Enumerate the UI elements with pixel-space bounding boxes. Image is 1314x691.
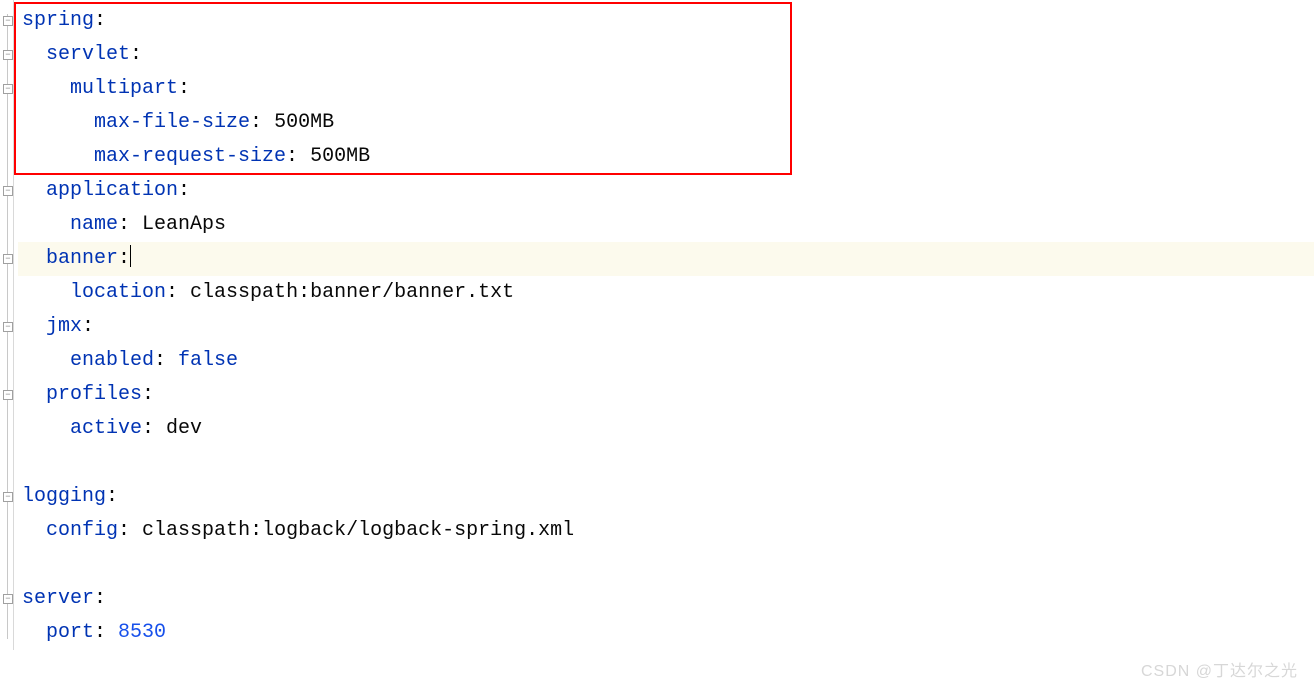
watermark-text: CSDN @丁达尔之光 [1141,657,1298,681]
yaml-value: false [178,349,238,372]
yaml-sep: : [178,77,190,100]
code-line[interactable]: application: [18,174,1314,208]
code-line[interactable]: name: LeanAps [18,208,1314,242]
yaml-key: servlet [46,43,130,66]
yaml-key: port [46,621,94,644]
yaml-value: 500MB [274,111,334,134]
fold-toggle-icon[interactable]: − [3,390,13,400]
fold-toggle-icon[interactable]: − [3,50,13,60]
yaml-sep: : [94,9,106,32]
code-line[interactable] [18,446,1314,480]
yaml-key: banner [46,247,118,270]
yaml-key: logging [22,485,106,508]
code-line[interactable]: logging: [18,480,1314,514]
code-line[interactable] [18,548,1314,582]
yaml-value: classpath:banner/banner.txt [190,281,514,304]
yaml-sep: : [118,213,142,236]
yaml-key: server [22,587,94,610]
fold-toggle-icon[interactable]: − [3,254,13,264]
code-line[interactable]: servlet: [18,38,1314,72]
yaml-sep: : [106,485,118,508]
code-line[interactable]: config: classpath:logback/logback-spring… [18,514,1314,548]
yaml-value: classpath:logback/logback-spring.xml [142,519,574,542]
yaml-sep: : [130,43,142,66]
code-line[interactable]: location: classpath:banner/banner.txt [18,276,1314,310]
code-line[interactable]: banner: [18,242,1314,276]
yaml-key: application [46,179,178,202]
code-line[interactable]: max-file-size: 500MB [18,106,1314,140]
yaml-key: active [70,417,142,440]
code-line[interactable]: profiles: [18,378,1314,412]
code-line[interactable]: enabled: false [18,344,1314,378]
fold-toggle-icon[interactable]: − [3,322,13,332]
yaml-sep: : [82,315,94,338]
yaml-sep: : [154,349,178,372]
yaml-sep: : [286,145,310,168]
yaml-sep: : [250,111,274,134]
yaml-sep: : [142,383,154,406]
yaml-sep: : [94,621,118,644]
yaml-key: jmx [46,315,82,338]
yaml-sep: : [166,281,190,304]
code-line[interactable]: server: [18,582,1314,616]
yaml-key: max-request-size [94,145,286,168]
yaml-key: location [70,281,166,304]
text-cursor [130,245,131,267]
code-line[interactable]: spring: [18,4,1314,38]
fold-toggle-icon[interactable]: − [3,186,13,196]
fold-toggle-icon[interactable]: − [3,594,13,604]
code-line[interactable]: active: dev [18,412,1314,446]
yaml-sep: : [178,179,190,202]
code-line[interactable]: max-request-size: 500MB [18,140,1314,174]
yaml-key: enabled [70,349,154,372]
yaml-value: LeanAps [142,213,226,236]
yaml-key: config [46,519,118,542]
yaml-sep: : [118,519,142,542]
yaml-sep: : [142,417,166,440]
yaml-value: 500MB [310,145,370,168]
yaml-value: dev [166,417,202,440]
code-line[interactable]: jmx: [18,310,1314,344]
yaml-key: multipart [70,77,178,100]
fold-gutter: − − − − − − − − − [0,0,14,650]
fold-toggle-icon[interactable]: − [3,84,13,94]
code-editor[interactable]: − − − − − − − − − spring: servlet: multipart: ma… [0,0,1314,650]
yaml-key: max-file-size [94,111,250,134]
yaml-sep: : [94,587,106,610]
yaml-key: name [70,213,118,236]
yaml-value: 8530 [118,621,166,644]
fold-toggle-icon[interactable]: − [3,492,13,502]
yaml-sep: : [118,247,130,270]
code-line[interactable]: port: 8530 [18,616,1314,650]
yaml-key: profiles [46,383,142,406]
code-line[interactable]: multipart: [18,72,1314,106]
fold-toggle-icon[interactable]: − [3,16,13,26]
yaml-key: spring [22,9,94,32]
